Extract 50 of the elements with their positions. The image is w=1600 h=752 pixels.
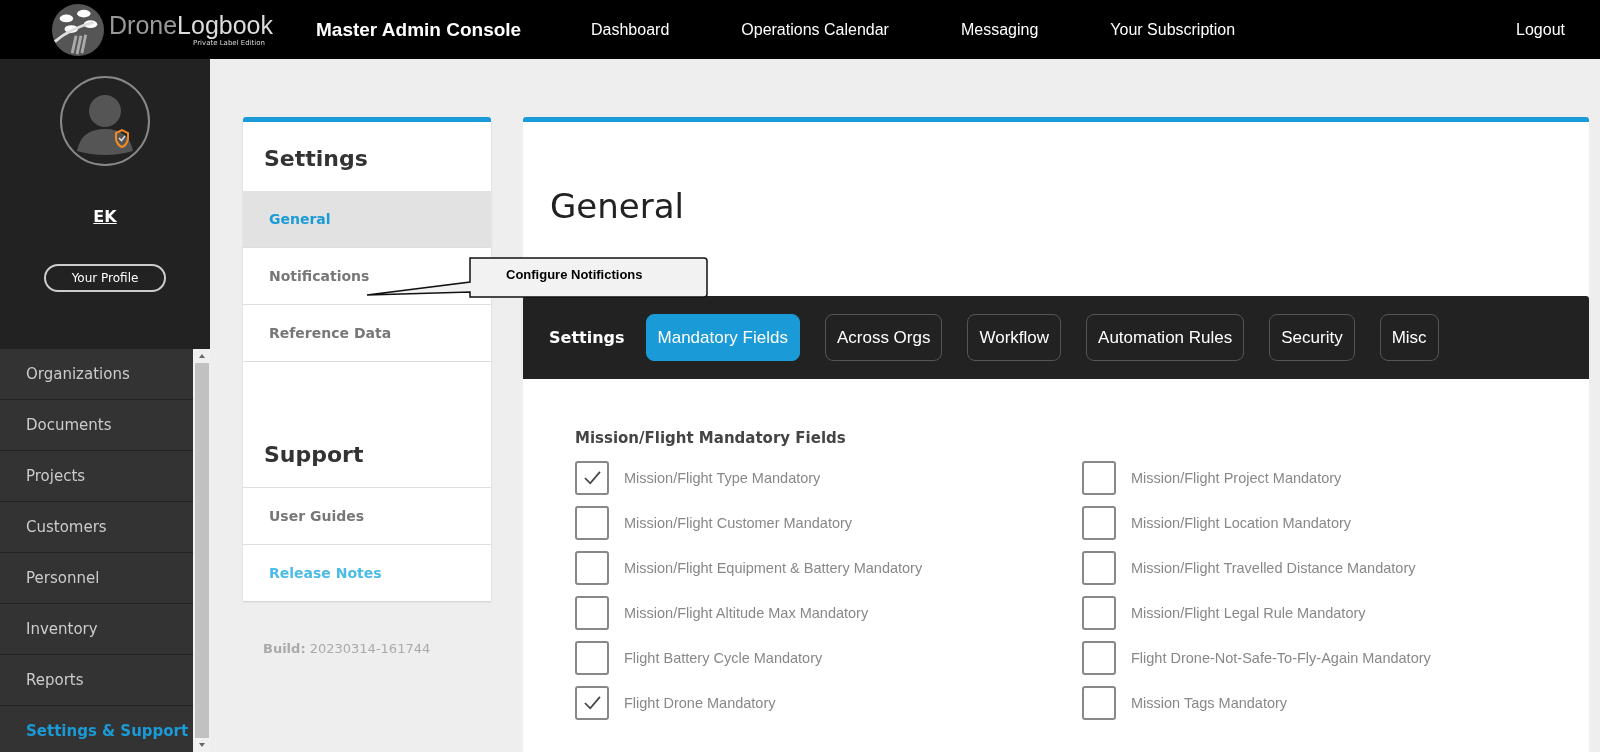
tab[interactable]: Automation Rules: [1086, 314, 1245, 361]
checkbox-label: Mission/Flight Legal Rule Mandatory: [1131, 605, 1366, 621]
checkbox-label: Mission/Flight Altitude Max Mandatory: [624, 605, 869, 621]
settings-menu-item[interactable]: Reference Data: [243, 304, 491, 361]
checkbox-label: Flight Battery Cycle Mandatory: [624, 650, 823, 666]
tab-bar-label: Settings: [549, 328, 625, 347]
section-heading: Mission/Flight Mandatory Fields: [575, 429, 847, 447]
nav-link[interactable]: Operations Calendar: [741, 20, 889, 39]
checkbox[interactable]: [575, 686, 609, 720]
checkbox-label: Mission/Flight Travelled Distance Mandatory: [1131, 560, 1416, 576]
checkbox[interactable]: [575, 596, 609, 630]
checkbox[interactable]: [1082, 506, 1116, 540]
nav-link[interactable]: Your Subscription: [1110, 20, 1236, 39]
settings-heading: Settings: [263, 145, 369, 173]
tab[interactable]: Misc: [1379, 314, 1439, 361]
checkbox[interactable]: [575, 461, 609, 495]
sidebar-item[interactable]: Settings & Support: [0, 706, 193, 752]
tab[interactable]: Security: [1269, 314, 1355, 361]
checkbox[interactable]: [1082, 596, 1116, 630]
your-profile-button[interactable]: Your Profile: [43, 264, 167, 292]
page-title: General: [550, 185, 684, 228]
checkbox-label: Flight Drone Mandatory: [624, 695, 776, 711]
checkbox-label: Flight Drone-Not-Safe-To-Fly-Again Mandatory: [1131, 650, 1431, 666]
user-avatar-icon: [59, 75, 151, 167]
checkbox-label: Mission/Flight Customer Mandatory: [624, 515, 853, 531]
nav-link[interactable]: Messaging: [960, 20, 1039, 39]
tab[interactable]: Workflow: [967, 314, 1062, 361]
checkbox-label: Mission/Flight Type Mandatory: [624, 470, 821, 486]
drone-logo-icon: [51, 2, 105, 57]
checkbox[interactable]: [1082, 686, 1116, 720]
checkbox[interactable]: [575, 551, 609, 585]
checkbox[interactable]: [1082, 551, 1116, 585]
support-menu-item[interactable]: User Guides: [243, 487, 491, 544]
logo-wordmark: DroneLogbook: [109, 11, 274, 39]
tab[interactable]: Across Orgs: [824, 314, 943, 361]
checkbox[interactable]: [575, 506, 609, 540]
checkbox-label: Mission Tags Mandatory: [1131, 695, 1288, 711]
build-info: Build: 20230314-161744: [262, 641, 432, 656]
checkbox[interactable]: [575, 641, 609, 675]
logout-link[interactable]: Logout: [1516, 20, 1565, 39]
checkbox[interactable]: [1082, 641, 1116, 675]
user-initials-link[interactable]: EK: [93, 207, 117, 226]
checkbox[interactable]: [1082, 461, 1116, 495]
scrollbar[interactable]: [193, 349, 210, 752]
checkbox-label: Mission/Flight Project Mandatory: [1131, 470, 1342, 486]
support-heading: Support: [263, 441, 365, 469]
checkbox-label: Mission/Flight Equipment & Battery Mandatory: [624, 560, 923, 576]
app-title: Master Admin Console: [316, 18, 523, 41]
checkbox-label: Mission/Flight Location Mandatory: [1131, 515, 1352, 531]
nav-link[interactable]: Dashboard: [591, 20, 670, 39]
